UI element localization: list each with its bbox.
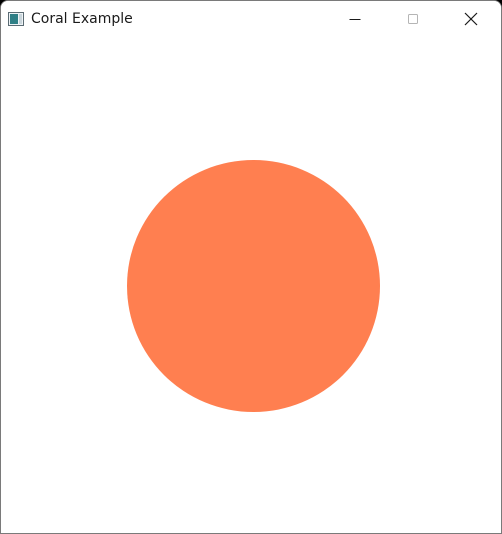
title-bar[interactable]: Coral Example <box>1 1 501 37</box>
drawing-area <box>1 37 501 533</box>
app-window: Coral Example <box>0 0 502 534</box>
close-icon <box>464 12 478 26</box>
window-app-icon <box>8 12 24 26</box>
minimize-button[interactable] <box>332 1 378 37</box>
coral-circle <box>127 160 380 412</box>
maximize-button[interactable] <box>390 1 436 37</box>
window-title: Coral Example <box>31 11 133 27</box>
close-button[interactable] <box>448 1 494 37</box>
minimize-icon <box>349 13 361 25</box>
maximize-icon <box>407 13 419 25</box>
